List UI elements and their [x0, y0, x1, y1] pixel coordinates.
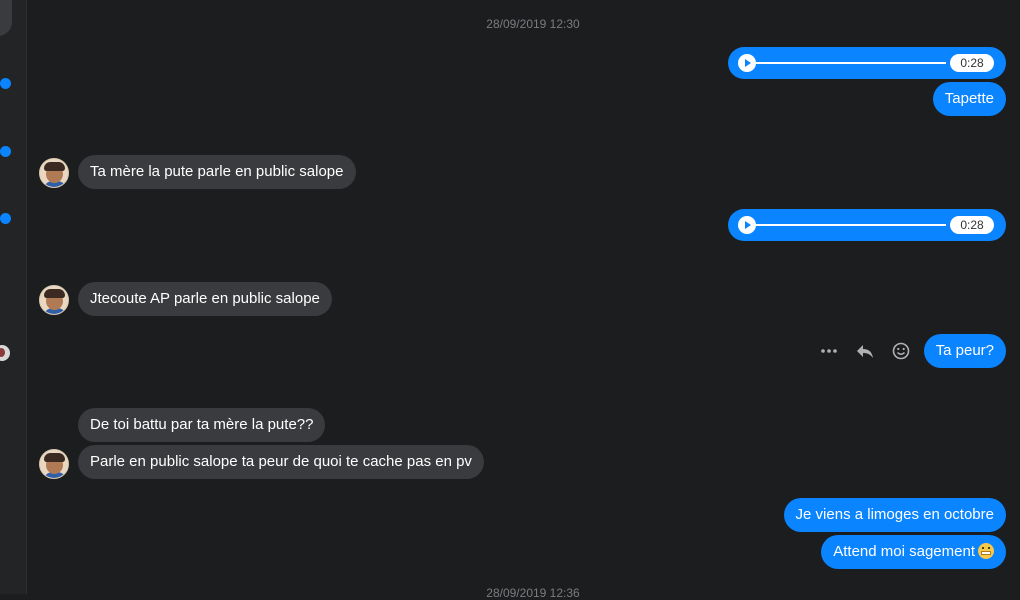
audio-duration: 0:28: [950, 54, 994, 72]
audio-message[interactable]: 0:28: [728, 47, 1006, 79]
unread-indicator: [0, 213, 11, 224]
audio-duration: 0:28: [950, 216, 994, 234]
message-timestamp: 28/09/2019 12:30: [486, 17, 580, 31]
incoming-message[interactable]: Ta mère la pute parle en public salope: [78, 155, 356, 189]
outgoing-message[interactable]: Je viens a limoges en octobre: [783, 498, 1006, 532]
unread-indicator: [0, 78, 11, 89]
contact-avatar[interactable]: [39, 449, 69, 479]
audio-progress-track[interactable]: [756, 62, 946, 64]
grinning-emoji-icon: [978, 543, 994, 559]
outgoing-message[interactable]: Ta peur?: [923, 334, 1006, 368]
audio-message[interactable]: 0:28: [728, 209, 1006, 241]
outgoing-message[interactable]: Tapette: [932, 82, 1006, 116]
contact-avatar[interactable]: [39, 285, 69, 315]
incoming-message[interactable]: De toi battu par ta mère la pute??: [78, 408, 326, 442]
audio-progress-track[interactable]: [756, 224, 946, 226]
more-dots-icon[interactable]: [819, 341, 839, 361]
smiley-icon[interactable]: [891, 341, 911, 361]
sidebar-avatar[interactable]: [0, 345, 10, 361]
play-icon[interactable]: [738, 216, 756, 234]
reply-icon[interactable]: [855, 341, 875, 361]
unread-indicator: [0, 146, 11, 157]
play-icon[interactable]: [738, 54, 756, 72]
contact-avatar[interactable]: [39, 158, 69, 188]
conversation-sidebar: [0, 0, 27, 594]
incoming-message[interactable]: Jtecoute AP parle en public salope: [78, 282, 332, 316]
outgoing-message[interactable]: Attend moi sagement: [821, 535, 1006, 569]
message-text: Attend moi sagement: [833, 543, 975, 560]
message-timestamp: 28/09/2019 12:36: [486, 586, 580, 600]
incoming-message[interactable]: Parle en public salope ta peur de quoi t…: [78, 445, 484, 479]
